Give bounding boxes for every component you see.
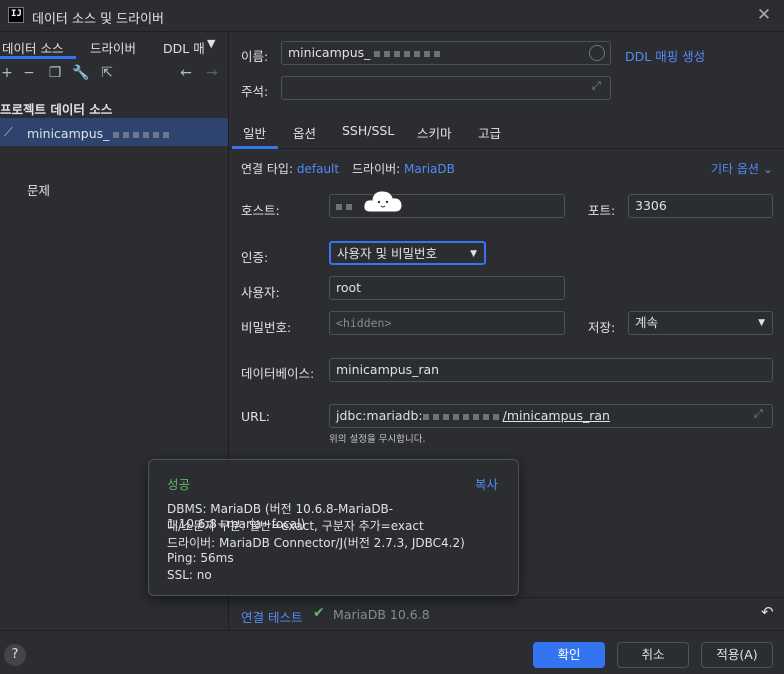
- popup-title: 성공: [167, 477, 191, 492]
- tab-underline: [232, 146, 278, 149]
- chevron-down-icon[interactable]: ▼: [207, 37, 215, 50]
- tab-drivers[interactable]: 드라이버: [90, 38, 136, 57]
- name-value: minicampus_: [288, 45, 371, 60]
- test-result-popup: 성공 복사 DBMS: MariaDB (버전 10.6.8-MariaDB-1…: [148, 459, 519, 596]
- url-field[interactable]: jdbc:mariadb: /minicampus_ran: [329, 404, 773, 428]
- color-circle-icon[interactable]: [589, 45, 605, 61]
- redacted-text: [113, 126, 173, 141]
- tab-advanced[interactable]: 고급: [478, 123, 501, 142]
- password-field[interactable]: <hidden>: [329, 311, 565, 335]
- test-connection-link[interactable]: 연결 테스트: [241, 607, 302, 626]
- save-select[interactable]: 계속 ▼: [628, 311, 773, 335]
- port-label: 포트:: [588, 203, 616, 218]
- driver-row: 드라이버: MariaDB: [352, 160, 455, 177]
- url-hint: 위의 설정을 무시합니다.: [329, 434, 426, 445]
- popup-line: Ping: 56ms: [167, 551, 234, 565]
- ddl-mapping-link[interactable]: DDL 매핑 생성: [625, 46, 705, 65]
- connection-type-label: 연결 타입:: [241, 162, 294, 176]
- section-header: 프로젝트 데이터 소스: [0, 102, 113, 117]
- datasource-label-wrap: minicampus_: [27, 126, 173, 141]
- host-label: 호스트:: [241, 203, 280, 218]
- connection-type-row: 연결 타입: default: [241, 160, 339, 177]
- auth-select[interactable]: 사용자 및 비밀번호 ▼: [329, 241, 486, 265]
- dropdown-arrow-icon: ▼: [470, 249, 477, 259]
- save-value: 계속: [635, 315, 659, 330]
- expand-icon[interactable]: ⤢: [754, 407, 763, 421]
- redacted-text: [336, 195, 356, 217]
- cloud-sticker-icon: [362, 188, 404, 214]
- plus-icon[interactable]: +: [0, 64, 16, 82]
- forward-arrow-icon[interactable]: →: [203, 64, 221, 82]
- copy-link[interactable]: 복사: [475, 474, 498, 493]
- port-field[interactable]: 3306: [628, 194, 773, 218]
- close-icon[interactable]: ✕: [752, 4, 776, 28]
- tab-ssh-ssl[interactable]: SSH/SSL: [342, 123, 394, 138]
- help-button[interactable]: ?: [4, 644, 26, 666]
- tab-options[interactable]: 옵션: [293, 123, 316, 142]
- popup-line: SSL: no: [167, 568, 212, 582]
- minus-icon[interactable]: −: [20, 64, 38, 82]
- back-arrow-icon[interactable]: ←: [177, 64, 195, 82]
- user-field[interactable]: root: [329, 276, 565, 300]
- comment-label: 주석:: [241, 84, 269, 99]
- tab-general[interactable]: 일반: [243, 123, 266, 142]
- tab-ddl-mappings[interactable]: DDL 매: [163, 38, 205, 57]
- driver-label: 드라이버:: [352, 162, 401, 176]
- expand-icon[interactable]: ⤢: [592, 79, 601, 93]
- tab-data-sources[interactable]: 데이터 소스: [2, 38, 63, 57]
- ok-button[interactable]: 확인: [533, 642, 605, 668]
- comment-field[interactable]: [281, 76, 611, 100]
- app-logo-icon: IJ: [8, 7, 24, 23]
- tab-schemas[interactable]: 스키마: [417, 123, 452, 142]
- password-label: 비밀번호:: [241, 320, 292, 335]
- name-label: 이름:: [241, 49, 269, 64]
- wrench-icon[interactable]: 🔧: [72, 64, 90, 82]
- url-suffix: /minicampus_ran: [502, 408, 610, 423]
- tab-underline: [0, 56, 76, 59]
- user-label: 사용자:: [241, 285, 280, 300]
- save-label: 저장:: [588, 320, 616, 335]
- redacted-text: [374, 42, 444, 64]
- problems-item[interactable]: 문제: [27, 180, 50, 199]
- auth-label: 인증:: [241, 250, 269, 265]
- popup-line: 드라이버: MariaDB Connector/J(버전 2.7.3, JDBC…: [167, 536, 465, 550]
- tab-divider: [229, 148, 784, 149]
- divider: [229, 597, 784, 598]
- url-label: URL:: [241, 409, 271, 424]
- checkmark-icon: ✔: [313, 605, 325, 621]
- undo-icon[interactable]: ↶: [761, 603, 774, 621]
- popup-line: 대/소문자 구분: 일반=exact, 구분자 추가=exact: [167, 519, 424, 533]
- name-field[interactable]: minicampus_: [281, 41, 611, 65]
- other-options-link[interactable]: 기타 옵션 ⌄: [711, 160, 773, 177]
- database-field[interactable]: minicampus_ran: [329, 358, 773, 382]
- apply-button[interactable]: 적용(A): [701, 642, 773, 668]
- driver-link[interactable]: MariaDB: [404, 162, 455, 176]
- dropdown-arrow-icon: ▼: [758, 318, 765, 328]
- window-title: 데이터 소스 및 드라이버: [32, 12, 164, 27]
- database-label: 데이터베이스:: [241, 366, 315, 381]
- datasource-label: minicampus_: [27, 126, 110, 141]
- datasource-icon: ⟋: [4, 124, 13, 139]
- test-result-text: MariaDB 10.6.8: [333, 607, 430, 622]
- export-icon[interactable]: ⇱: [98, 64, 116, 82]
- chevron-down-icon: ⌄: [762, 162, 773, 176]
- copy-icon[interactable]: ❐: [46, 64, 64, 82]
- cancel-button[interactable]: 취소: [617, 642, 689, 668]
- auth-value: 사용자 및 비밀번호: [337, 246, 437, 261]
- url-prefix: jdbc:mariadb:: [336, 408, 423, 423]
- connection-type-link[interactable]: default: [297, 162, 339, 176]
- other-options-label: 기타 옵션: [711, 162, 759, 176]
- redacted-text: [422, 405, 503, 427]
